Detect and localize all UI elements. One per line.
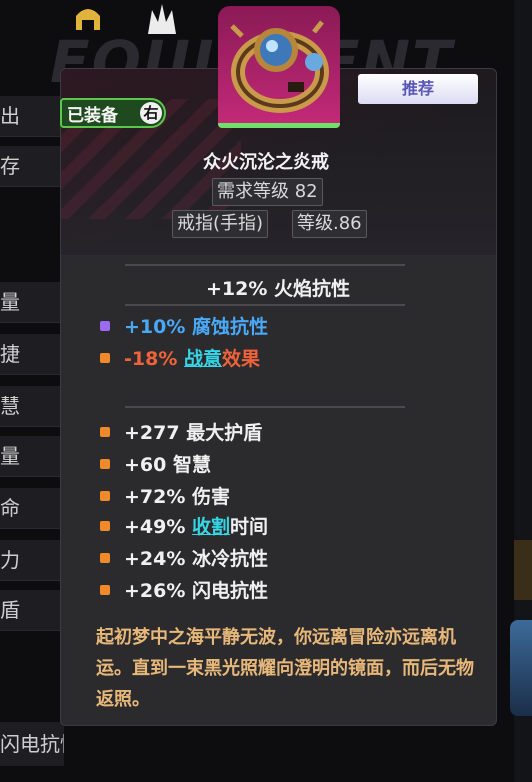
equipped-badge: 已装备 右: [60, 98, 166, 128]
affix-value: +72%: [124, 486, 186, 508]
rarity-bar: [218, 123, 340, 128]
affix-value: +60: [124, 454, 167, 476]
right-slot: [514, 540, 532, 600]
affix-row: +49% 收割时间: [100, 512, 268, 542]
item-type: 戒指(手指): [172, 210, 269, 238]
keyword-link[interactable]: 收割: [192, 516, 230, 538]
affix-value: +26%: [124, 580, 186, 602]
affix-text: 最大护盾: [186, 422, 263, 444]
stat-row[interactable]: 闪电抗性: [0, 722, 64, 766]
affix-row: +26% 闪电抗性: [100, 576, 268, 606]
stat-row[interactable]: 盾: [0, 590, 62, 631]
item-name: 众火沉沦之炎戒: [203, 152, 329, 173]
affix-text: 时间: [230, 516, 269, 538]
affix-marker-icon: [100, 458, 110, 469]
stat-row[interactable]: 力: [0, 540, 62, 581]
divider: [125, 264, 405, 266]
affix-value: +10%: [124, 316, 186, 338]
stat-row[interactable]: 捷: [0, 334, 62, 375]
right-item-slot[interactable]: [510, 620, 532, 716]
stat-row[interactable]: 量: [0, 436, 62, 477]
affix-marker-icon: [100, 320, 110, 331]
affix-marker-icon: [100, 552, 110, 563]
affix-text: 效果: [222, 348, 261, 370]
ring-icon: [230, 20, 329, 113]
affix-marker-icon: [100, 426, 110, 437]
required-level: 需求等级 82: [212, 178, 323, 206]
affix-text: 智慧: [173, 454, 212, 476]
affix-text: 冰冷抗性: [192, 548, 269, 570]
affix-text: 闪电抗性: [192, 580, 269, 602]
item-lore: 起初梦中之海平静无波，你远离冒险亦远离机运。直到一束黑光照耀向澄明的镜面，而后无…: [96, 627, 474, 710]
equipped-side-indicator: 右: [140, 102, 162, 124]
affix-value: -18%: [124, 348, 178, 370]
affix-value: +49%: [124, 516, 186, 538]
affix-row: +277 最大护盾: [100, 418, 262, 448]
affix-row: +60 智慧: [100, 450, 211, 480]
affix-value: +277: [124, 422, 180, 444]
affix-value: +24%: [124, 548, 186, 570]
recommend-tag[interactable]: 推荐: [358, 74, 478, 104]
keyword-link[interactable]: 战意: [184, 348, 222, 370]
stat-row[interactable]: 出: [0, 96, 62, 137]
affix-row: +24% 冰冷抗性: [100, 544, 268, 574]
affix-row: +72% 伤害: [100, 482, 230, 512]
equipped-label: 已装备: [67, 105, 118, 126]
item-level: 等级.86: [292, 210, 367, 238]
stat-row[interactable]: 命: [0, 488, 62, 529]
special-affix: -18% 战意效果: [100, 344, 260, 374]
affix-marker-icon: [100, 490, 110, 501]
special-affix: +10% 腐蚀抗性: [100, 312, 268, 342]
main-stat: +12% 火焰抗性: [205, 278, 350, 300]
affix-marker-icon: [100, 520, 110, 531]
divider: [125, 304, 405, 306]
divider: [125, 406, 405, 408]
affix-text: 腐蚀抗性: [192, 316, 269, 338]
item-portrait: [218, 6, 340, 128]
crown-icon[interactable]: [142, 0, 182, 40]
affix-text: 伤害: [192, 486, 231, 508]
helmet-icon[interactable]: [68, 0, 108, 40]
affix-marker-icon: [100, 352, 110, 363]
affix-marker-icon: [100, 584, 110, 595]
stat-row[interactable]: 慧: [0, 386, 62, 427]
